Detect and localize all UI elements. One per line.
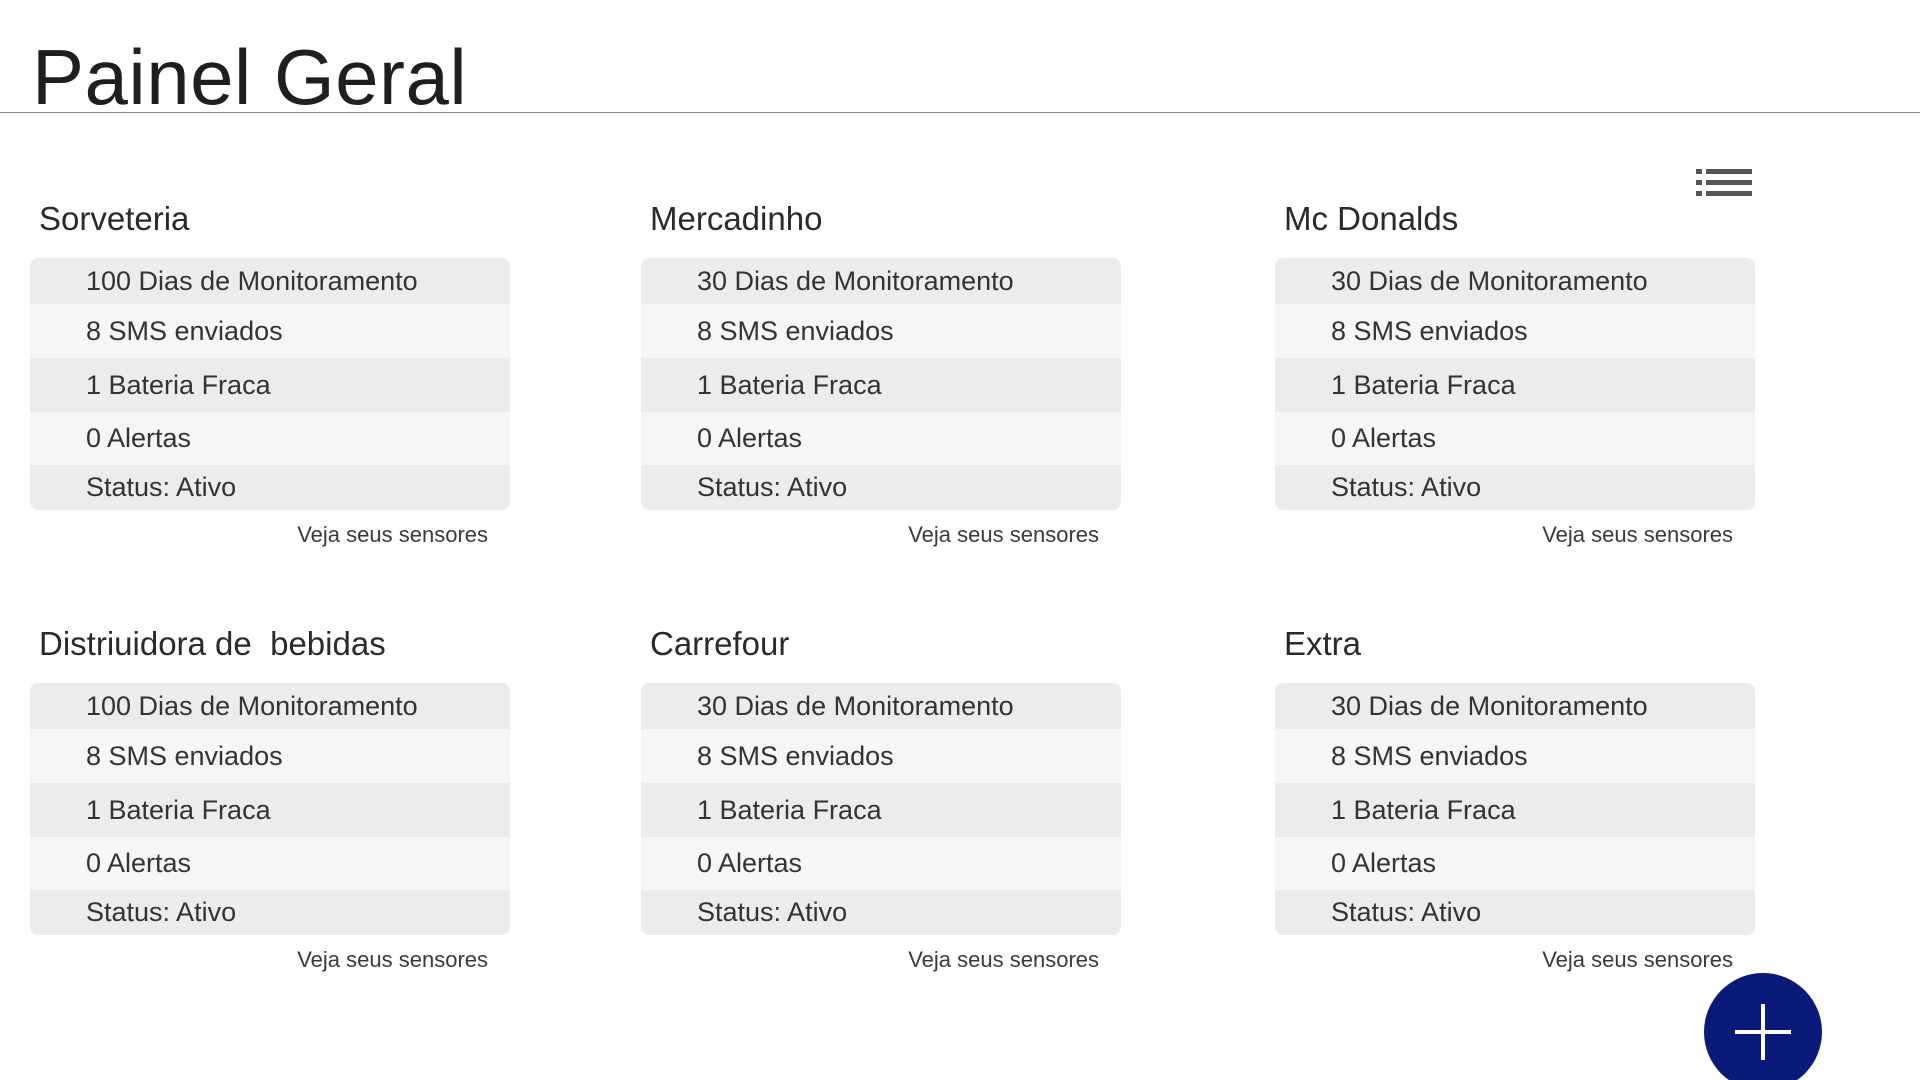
alerts-stat: 0 Alertas [30,412,510,465]
view-sensors-link[interactable]: Veja seus sensores [908,947,1099,973]
monitoring-days-stat: 30 Dias de Monitoramento [641,258,1121,304]
status-stat: Status: Ativo [641,890,1121,935]
card-title: Mercadinho [650,200,823,237]
alerts-stat: 0 Alertas [1275,412,1755,465]
low-battery-stat: 1 Bateria Fraca [641,783,1121,837]
stats-panel: 100 Dias de Monitoramento 8 SMS enviados… [30,683,510,935]
sms-sent-stat: 8 SMS enviados [641,304,1121,358]
low-battery-stat: 1 Bateria Fraca [1275,783,1755,837]
alerts-stat: 0 Alertas [641,837,1121,890]
sms-sent-stat: 8 SMS enviados [1275,304,1755,358]
alerts-stat: 0 Alertas [30,837,510,890]
sms-sent-stat: 8 SMS enviados [1275,729,1755,783]
location-card: Extra 30 Dias de Monitoramento 8 SMS env… [1275,624,1755,984]
card-title: Sorveteria [39,200,190,237]
location-card: Mc Donalds 30 Dias de Monitoramento 8 SM… [1275,199,1755,559]
view-sensors-link[interactable]: Veja seus sensores [297,947,488,973]
card-title: Extra [1284,625,1362,662]
location-card: Carrefour 30 Dias de Monitoramento 8 SMS… [641,624,1121,984]
stats-panel: 30 Dias de Monitoramento 8 SMS enviados … [1275,683,1755,935]
view-sensors-link[interactable]: Veja seus sensores [1542,947,1733,973]
location-card: Sorveteria 100 Dias de Monitoramento 8 S… [30,199,510,559]
alerts-stat: 0 Alertas [641,412,1121,465]
location-card: Distriuidora de bebidas 100 Dias de Moni… [30,624,510,984]
sms-sent-stat: 8 SMS enviados [30,304,510,358]
sms-sent-stat: 8 SMS enviados [30,729,510,783]
monitoring-days-stat: 30 Dias de Monitoramento [641,683,1121,729]
status-stat: Status: Ativo [1275,465,1755,510]
sms-sent-stat: 8 SMS enviados [641,729,1121,783]
monitoring-days-stat: 100 Dias de Monitoramento [30,683,510,729]
view-sensors-link[interactable]: Veja seus sensores [908,522,1099,548]
page-title: Painel Geral [32,33,468,121]
low-battery-stat: 1 Bateria Fraca [1275,358,1755,412]
card-title: Carrefour [650,625,790,662]
view-sensors-link[interactable]: Veja seus sensores [1542,522,1733,548]
status-stat: Status: Ativo [641,465,1121,510]
stats-panel: 30 Dias de Monitoramento 8 SMS enviados … [641,683,1121,935]
stats-panel: 30 Dias de Monitoramento 8 SMS enviados … [641,258,1121,510]
dashboard-page: Painel Geral Sorveteria 100 Dias de Moni… [0,0,1920,1080]
stats-panel: 100 Dias de Monitoramento 8 SMS enviados… [30,258,510,510]
monitoring-days-stat: 30 Dias de Monitoramento [1275,683,1755,729]
low-battery-stat: 1 Bateria Fraca [641,358,1121,412]
monitoring-days-stat: 30 Dias de Monitoramento [1275,258,1755,304]
status-stat: Status: Ativo [30,465,510,510]
view-sensors-link[interactable]: Veja seus sensores [297,522,488,548]
status-stat: Status: Ativo [1275,890,1755,935]
low-battery-stat: 1 Bateria Fraca [30,783,510,837]
plus-icon [1735,1004,1791,1060]
location-card: Mercadinho 30 Dias de Monitoramento 8 SM… [641,199,1121,559]
monitoring-days-stat: 100 Dias de Monitoramento [30,258,510,304]
header-divider [0,112,1920,113]
add-location-button[interactable] [1704,973,1822,1080]
stats-panel: 30 Dias de Monitoramento 8 SMS enviados … [1275,258,1755,510]
card-title: Distriuidora de bebidas [39,625,386,662]
low-battery-stat: 1 Bateria Fraca [30,358,510,412]
alerts-stat: 0 Alertas [1275,837,1755,890]
status-stat: Status: Ativo [30,890,510,935]
card-title: Mc Donalds [1284,200,1459,237]
